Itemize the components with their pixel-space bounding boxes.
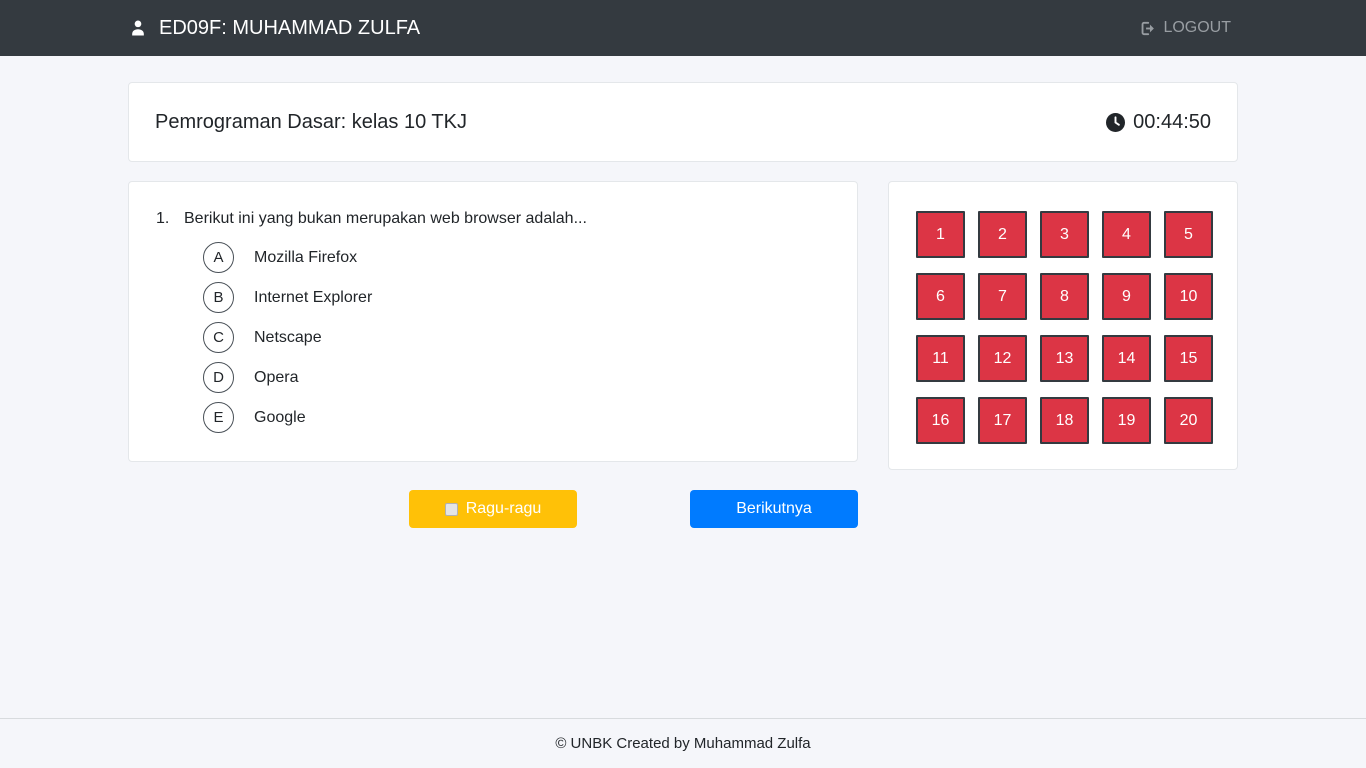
berikutnya-button[interactable]: Berikutnya — [690, 490, 858, 528]
question-nav-button-3[interactable]: 3 — [1040, 211, 1089, 258]
logout-icon — [1139, 20, 1156, 37]
question-nav-button-2[interactable]: 2 — [978, 211, 1027, 258]
berikutnya-label: Berikutnya — [736, 500, 812, 518]
logout-button[interactable]: LOGOUT — [1139, 19, 1238, 37]
option-label: Netscape — [254, 329, 322, 347]
question-nav-button-15[interactable]: 15 — [1164, 335, 1213, 382]
checkbox-icon — [445, 503, 458, 516]
option-letter-badge[interactable]: B — [203, 282, 234, 313]
question-text: Berikut ini yang bukan merupakan web bro… — [184, 208, 830, 230]
question-nav-button-17[interactable]: 17 — [978, 397, 1027, 444]
user-icon — [128, 18, 148, 38]
answer-option-e[interactable]: E Google — [203, 402, 830, 433]
option-label: Mozilla Firefox — [254, 249, 357, 267]
main-content: Pemrograman Dasar: kelas 10 TKJ 00:44:50… — [128, 82, 1238, 528]
question-nav-button-9[interactable]: 9 — [1102, 273, 1151, 320]
question-number: 1. — [156, 208, 184, 230]
question-nav-button-12[interactable]: 12 — [978, 335, 1027, 382]
question-nav-button-1[interactable]: 1 — [916, 211, 965, 258]
logout-label: LOGOUT — [1163, 19, 1231, 37]
exam-title: Pemrograman Dasar: kelas 10 TKJ — [155, 111, 467, 134]
answer-option-b[interactable]: B Internet Explorer — [203, 282, 830, 313]
option-label: Google — [254, 409, 306, 427]
option-letter-badge[interactable]: E — [203, 402, 234, 433]
option-letter-badge[interactable]: D — [203, 362, 234, 393]
option-label: Opera — [254, 369, 298, 387]
timer-value: 00:44:50 — [1133, 111, 1211, 134]
question-nav-grid: 1 2 3 4 5 6 7 8 9 10 11 12 13 14 15 16 1… — [916, 211, 1211, 444]
answer-option-d[interactable]: D Opera — [203, 362, 830, 393]
action-buttons-row: Ragu-ragu Berikutnya — [128, 490, 1238, 528]
question-nav-panel: 1 2 3 4 5 6 7 8 9 10 11 12 13 14 15 16 1… — [888, 181, 1238, 470]
option-label: Internet Explorer — [254, 289, 372, 307]
question-nav-button-7[interactable]: 7 — [978, 273, 1027, 320]
question-nav-button-16[interactable]: 16 — [916, 397, 965, 444]
question-nav-button-14[interactable]: 14 — [1102, 335, 1151, 382]
question-card: 1. Berikut ini yang bukan merupakan web … — [128, 181, 858, 462]
footer-text: © UNBK Created by Muhammad Zulfa — [555, 735, 810, 752]
question-head: 1. Berikut ini yang bukan merupakan web … — [156, 208, 830, 230]
question-nav-button-10[interactable]: 10 — [1164, 273, 1213, 320]
question-nav-button-20[interactable]: 20 — [1164, 397, 1213, 444]
question-nav-button-4[interactable]: 4 — [1102, 211, 1151, 258]
option-letter-badge[interactable]: A — [203, 242, 234, 273]
timer: 00:44:50 — [1106, 111, 1211, 134]
question-nav-button-11[interactable]: 11 — [916, 335, 965, 382]
answer-option-c[interactable]: C Netscape — [203, 322, 830, 353]
navbar: ED09F: MUHAMMAD ZULFA LOGOUT — [0, 0, 1366, 56]
ragu-ragu-label: Ragu-ragu — [466, 500, 542, 518]
question-nav-button-6[interactable]: 6 — [916, 273, 965, 320]
exam-info-card: Pemrograman Dasar: kelas 10 TKJ 00:44:50 — [128, 82, 1238, 162]
question-nav-button-5[interactable]: 5 — [1164, 211, 1213, 258]
navbar-user-label: ED09F: MUHAMMAD ZULFA — [159, 17, 420, 40]
question-nav-button-13[interactable]: 13 — [1040, 335, 1089, 382]
question-nav-button-8[interactable]: 8 — [1040, 273, 1089, 320]
answer-option-a[interactable]: A Mozilla Firefox — [203, 242, 830, 273]
answer-options: A Mozilla Firefox B Internet Explorer C … — [203, 242, 830, 433]
question-nav-button-19[interactable]: 19 — [1102, 397, 1151, 444]
ragu-ragu-button[interactable]: Ragu-ragu — [409, 490, 577, 528]
content-row: 1. Berikut ini yang bukan merupakan web … — [128, 181, 1238, 470]
clock-icon — [1106, 113, 1125, 132]
option-letter-badge[interactable]: C — [203, 322, 234, 353]
footer: © UNBK Created by Muhammad Zulfa — [0, 718, 1366, 768]
question-nav-button-18[interactable]: 18 — [1040, 397, 1089, 444]
user-identity: ED09F: MUHAMMAD ZULFA — [128, 17, 420, 40]
